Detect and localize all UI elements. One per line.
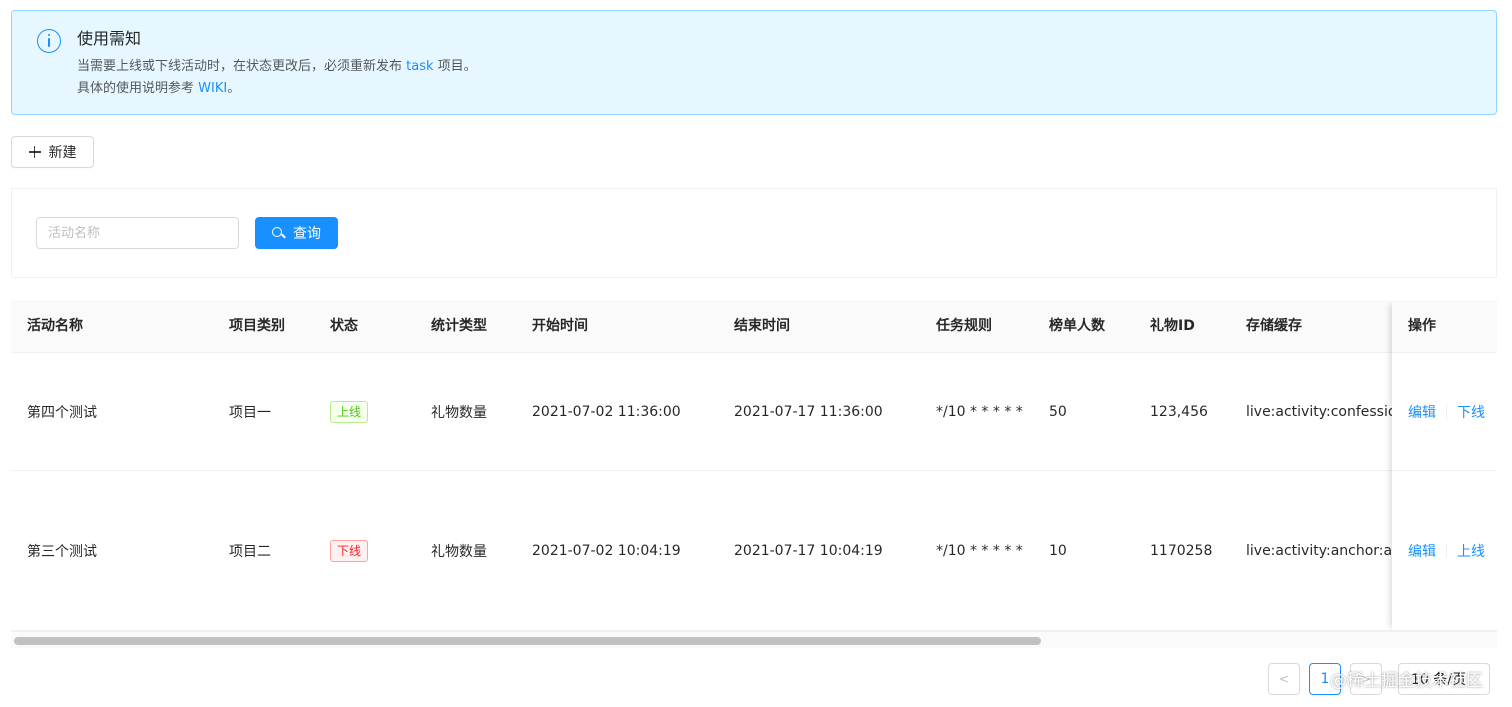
edit-link[interactable]: 编辑 — [1408, 541, 1436, 561]
action-divider — [1446, 543, 1447, 558]
wiki-link[interactable]: WIKI — [198, 81, 227, 96]
query-button-label: 查询 — [293, 226, 321, 242]
column-header-gift-id: 礼物ID — [1150, 318, 1195, 334]
search-panel: 查询 — [11, 188, 1497, 278]
chevron-left-icon: < — [1278, 672, 1290, 686]
query-button[interactable]: 查询 — [255, 217, 338, 249]
cell-name: 第四个测试 — [27, 404, 97, 421]
cell-status: 下线 — [330, 471, 369, 630]
cell-task-rule: */10 * * * * * — [936, 542, 1023, 559]
column-header-start-time: 开始时间 — [532, 318, 588, 334]
column-header-status: 状态 — [330, 318, 358, 334]
cell-gift-id: 1170258 — [1150, 542, 1213, 559]
plus-icon — [28, 146, 41, 158]
scrollbar-thumb[interactable] — [14, 637, 1041, 645]
notice-line-1: 当需要上线或下线活动时，在状态更改后，必须重新发布 task 项目。 — [77, 57, 477, 77]
cell-category: 项目二 — [229, 543, 271, 560]
cell-rank-count: 10 — [1049, 542, 1067, 559]
new-button-label: 新建 — [48, 145, 77, 161]
notice-line-2-text: 具体的使用说明参考 — [77, 81, 199, 96]
usage-notice: 使用需知 当需要上线或下线活动时，在状态更改后，必须重新发布 task 项目。 … — [11, 10, 1497, 115]
column-header-rank-count: 榜单人数 — [1049, 318, 1105, 334]
notice-title: 使用需知 — [77, 29, 142, 48]
notice-line-2-tail: 。 — [227, 81, 241, 96]
edit-link[interactable]: 编辑 — [1408, 402, 1436, 422]
activity-table: 活动名称 项目类别 状态 统计类型 开始时间 结束时间 任务规则 榜单人数 礼物… — [11, 300, 1497, 648]
cell-end-time: 2021-07-17 10:04:19 — [734, 542, 883, 559]
cell-cache: live:activity:confession — [1246, 403, 1392, 420]
cell-start-time: 2021-07-02 10:04:19 — [532, 542, 681, 559]
info-circle-icon — [37, 29, 61, 53]
chevron-right-icon: > — [1360, 672, 1372, 686]
fixed-actions-column: 操作 编辑 下线 编辑 上线 — [1392, 300, 1497, 631]
offline-link[interactable]: 下线 — [1457, 402, 1485, 422]
column-header-stat-type: 统计类型 — [431, 318, 487, 334]
cell-rank-count: 50 — [1049, 403, 1067, 420]
status-badge: 下线 — [330, 539, 369, 562]
table-row: 第三个测试 项目二 下线 礼物数量 2021-07-02 10:04:19 20… — [11, 471, 1497, 631]
cell-cache: live:activity:anchor:alli — [1246, 542, 1392, 559]
cell-stat-type: 礼物数量 — [431, 404, 487, 421]
activity-name-input[interactable] — [36, 217, 239, 249]
notice-line-2: 具体的使用说明参考 WIKI。 — [77, 79, 240, 99]
notice-line-1-text: 当需要上线或下线活动时，在状态更改后，必须重新发布 — [77, 59, 407, 74]
table-header: 活动名称 项目类别 状态 统计类型 开始时间 结束时间 任务规则 榜单人数 礼物… — [11, 300, 1497, 353]
cell-stat-type: 礼物数量 — [431, 543, 487, 560]
column-header-task-rule: 任务规则 — [936, 318, 992, 334]
action-divider — [1446, 404, 1447, 419]
notice-line-1-tail: 项目。 — [433, 59, 477, 74]
next-page-button[interactable]: > — [1350, 663, 1382, 695]
prev-page-button[interactable]: < — [1268, 663, 1300, 695]
cell-category: 项目一 — [229, 404, 271, 421]
task-link[interactable]: task — [406, 59, 433, 74]
cell-name: 第三个测试 — [27, 543, 97, 560]
cell-start-time: 2021-07-02 11:36:00 — [532, 403, 681, 420]
status-badge: 上线 — [330, 400, 369, 423]
cell-task-rule: */10 * * * * * — [936, 403, 1023, 420]
column-header-name: 活动名称 — [27, 318, 83, 334]
online-link[interactable]: 上线 — [1457, 541, 1485, 561]
cell-gift-id: 123,456 — [1150, 403, 1208, 420]
page-size-select[interactable]: 10 条/页 — [1398, 663, 1490, 695]
column-header-end-time: 结束时间 — [734, 318, 790, 334]
column-header-actions: 操作 — [1392, 300, 1497, 353]
horizontal-scrollbar[interactable] — [11, 631, 1497, 648]
page-1-button[interactable]: 1 — [1309, 663, 1341, 695]
table-row: 第四个测试 项目一 上线 礼物数量 2021-07-02 11:36:00 20… — [11, 353, 1497, 471]
cell-end-time: 2021-07-17 11:36:00 — [734, 403, 883, 420]
column-header-cache: 存储缓存 — [1246, 318, 1302, 334]
cell-status: 上线 — [330, 353, 369, 470]
actions-cell: 编辑 上线 — [1392, 471, 1497, 631]
search-icon — [272, 226, 285, 240]
column-header-category: 项目类别 — [229, 318, 285, 334]
new-button[interactable]: 新建 — [11, 136, 94, 168]
actions-cell: 编辑 下线 — [1392, 353, 1497, 471]
